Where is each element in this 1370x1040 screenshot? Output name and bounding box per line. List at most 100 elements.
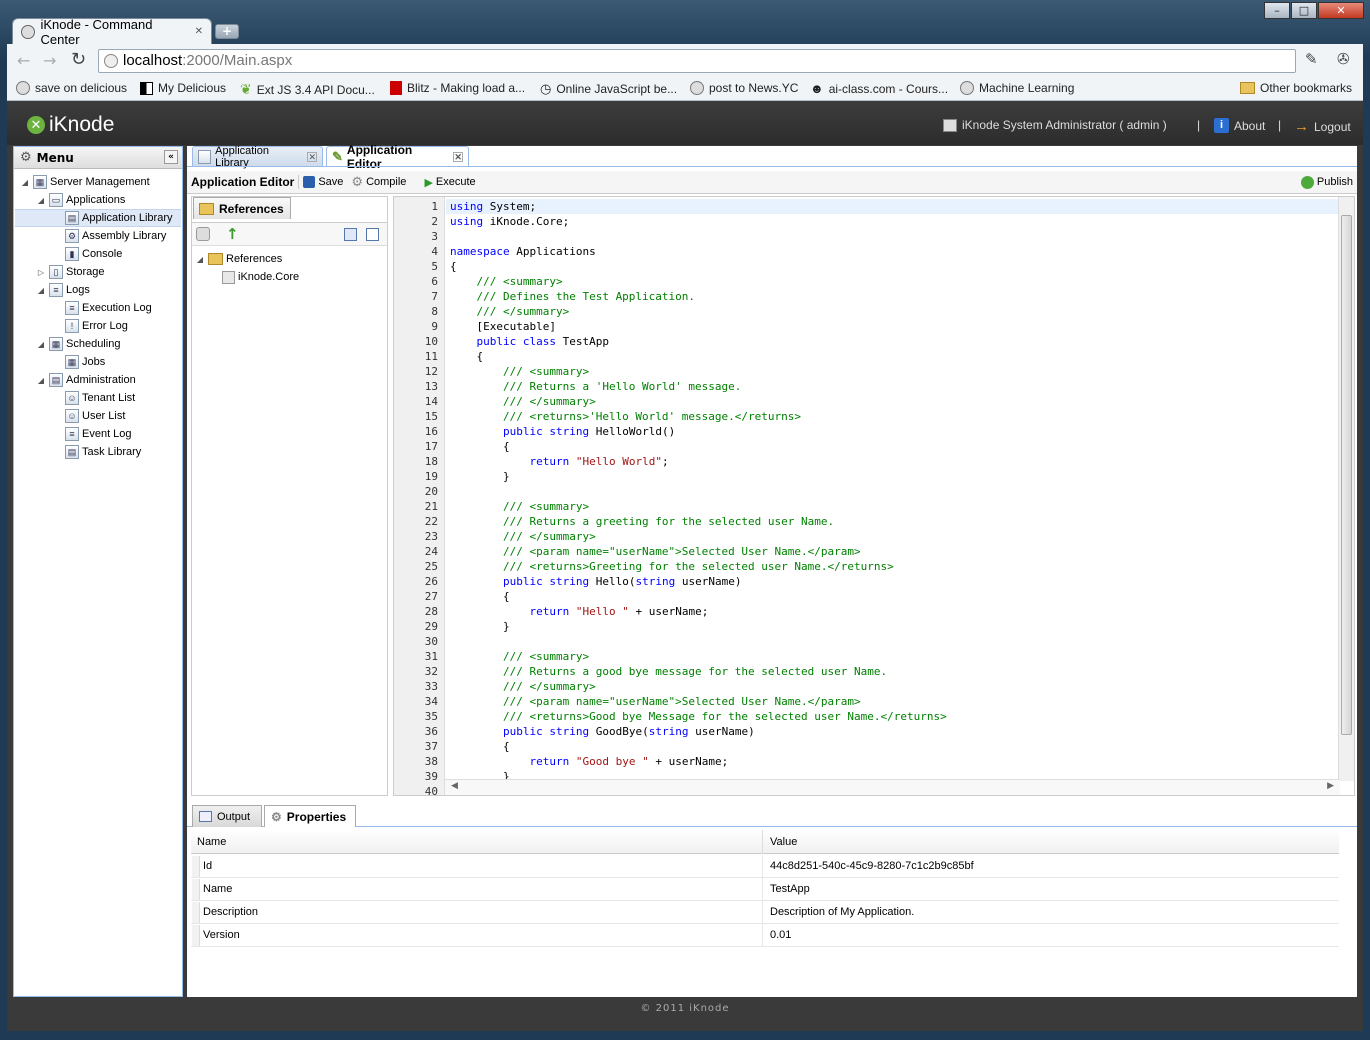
sidebar-item-tenant-list[interactable]: ☺ Tenant List bbox=[52, 389, 135, 407]
code-line[interactable]: { bbox=[450, 440, 510, 453]
expand-all-icon[interactable] bbox=[344, 228, 357, 241]
sidebar-item-application-library[interactable]: ▤ Application Library bbox=[52, 209, 173, 227]
code-line[interactable]: /// Returns a 'Hello World' message. bbox=[450, 380, 741, 393]
bookmark-item[interactable]: save on delicious bbox=[16, 81, 127, 95]
code-line[interactable]: /// Returns a greeting for the selected … bbox=[450, 515, 834, 528]
code-line[interactable]: public string Hello(string userName) bbox=[450, 575, 741, 588]
scroll-left-icon[interactable]: ◀ bbox=[451, 781, 458, 791]
collapsed-arrow-icon[interactable]: ▷ bbox=[36, 268, 46, 277]
reference-item[interactable]: iKnode.Core bbox=[222, 268, 299, 286]
property-value[interactable]: Description of My Application. bbox=[770, 906, 914, 918]
code-line[interactable]: namespace Applications bbox=[450, 245, 596, 258]
horizontal-scrollbar[interactable]: ◀ ▶ bbox=[445, 779, 1340, 795]
new-tab-button[interactable]: + bbox=[215, 24, 239, 39]
references-root-node[interactable]: ◢ References bbox=[195, 250, 282, 268]
about-link[interactable]: i About bbox=[1214, 118, 1265, 133]
code-line[interactable]: public string GoodBye(string userName) bbox=[450, 725, 755, 738]
code-line[interactable]: /// <summary> bbox=[450, 275, 562, 288]
code-line[interactable]: { bbox=[450, 740, 510, 753]
app-logo[interactable]: ✕ iKnode bbox=[27, 113, 114, 137]
back-icon[interactable]: ← bbox=[17, 51, 30, 70]
code-line[interactable]: /// </summary> bbox=[450, 530, 596, 543]
close-tab-icon[interactable]: ✕ bbox=[307, 151, 317, 162]
sidebar-item-user-list[interactable]: ☺ User List bbox=[52, 407, 125, 425]
property-value[interactable]: TestApp bbox=[770, 883, 810, 895]
settings-wrench-icon[interactable]: ✇ bbox=[1337, 50, 1350, 68]
logout-link[interactable]: → Logout bbox=[1294, 118, 1351, 135]
code-line[interactable]: public string HelloWorld() bbox=[450, 425, 675, 438]
code-line[interactable]: { bbox=[450, 350, 484, 363]
code-line[interactable]: /// </summary> bbox=[450, 395, 596, 408]
code-line[interactable]: /// <returns>Greeting for the selected u… bbox=[450, 560, 894, 573]
bookmark-item[interactable]: post to News.YC bbox=[690, 81, 798, 95]
browser-tab[interactable]: iKnode - Command Center ✕ bbox=[12, 17, 212, 47]
code-line[interactable]: } bbox=[450, 470, 510, 483]
code-line[interactable]: return "Hello " + userName; bbox=[450, 605, 708, 618]
property-value[interactable]: 0.01 bbox=[770, 929, 791, 941]
code-line[interactable]: return "Good bye " + userName; bbox=[450, 755, 728, 768]
expanded-arrow-icon[interactable]: ◢ bbox=[36, 286, 46, 295]
bookmark-item[interactable]: Machine Learning bbox=[960, 81, 1074, 95]
code-line[interactable]: /// <param name="userName">Selected User… bbox=[450, 695, 861, 708]
sidebar-item-jobs[interactable]: ▦ Jobs bbox=[52, 353, 105, 371]
code-line[interactable]: } bbox=[450, 620, 510, 633]
save-button[interactable]: Save bbox=[299, 176, 347, 188]
bookmark-item[interactable]: ◷ Online JavaScript be... bbox=[540, 81, 677, 97]
sidebar-item-applications[interactable]: ◢ ▭ Applications bbox=[36, 191, 125, 209]
name-column-header[interactable]: Name bbox=[197, 836, 226, 848]
scroll-thumb[interactable] bbox=[1341, 215, 1352, 735]
expanded-arrow-icon[interactable]: ◢ bbox=[36, 340, 46, 349]
wrench-icon[interactable]: ✎ bbox=[1305, 50, 1318, 68]
reload-icon[interactable]: ↻ bbox=[71, 49, 86, 70]
references-tab[interactable]: References bbox=[193, 197, 291, 219]
code-line[interactable]: public class TestApp bbox=[450, 335, 609, 348]
sidebar-item-server-management[interactable]: ◢ ▦ Server Management bbox=[20, 173, 150, 191]
code-line[interactable]: { bbox=[450, 260, 457, 273]
table-row[interactable]: Name TestApp bbox=[191, 878, 1339, 901]
code-line[interactable]: return "Hello World"; bbox=[450, 455, 668, 468]
code-line[interactable]: using System; bbox=[450, 200, 536, 213]
sidebar-item-scheduling[interactable]: ◢ ▦ Scheduling bbox=[36, 335, 120, 353]
property-value[interactable]: 44c8d251-540c-45c9-8280-7c1c2b9c85bf bbox=[770, 860, 974, 872]
code-line[interactable]: { bbox=[450, 590, 510, 603]
collapse-menu-button[interactable]: « bbox=[164, 150, 178, 164]
address-bar[interactable]: localhost:2000/Main.aspx bbox=[98, 49, 1296, 73]
sidebar-item-task-library[interactable]: ▤ Task Library bbox=[52, 443, 141, 461]
code-line[interactable]: /// <summary> bbox=[450, 650, 589, 663]
close-tab-icon[interactable]: ✕ bbox=[195, 26, 203, 37]
code-line[interactable]: /// Returns a good bye message for the s… bbox=[450, 665, 887, 678]
close-tab-icon[interactable]: ✕ bbox=[453, 152, 463, 162]
scroll-right-icon[interactable]: ▶ bbox=[1327, 781, 1334, 791]
tab-properties[interactable]: ⚙ Properties bbox=[264, 805, 356, 827]
code-line[interactable]: /// <summary> bbox=[450, 365, 589, 378]
execute-button[interactable]: ▶ Execute bbox=[420, 176, 479, 189]
vertical-scrollbar[interactable] bbox=[1338, 197, 1354, 781]
table-row[interactable]: Id 44c8d251-540c-45c9-8280-7c1c2b9c85bf bbox=[191, 855, 1339, 878]
expanded-arrow-icon[interactable]: ◢ bbox=[195, 255, 205, 264]
maximize-button[interactable]: □ bbox=[1291, 2, 1317, 19]
minimize-button[interactable]: – bbox=[1264, 2, 1290, 19]
bookmark-item[interactable]: ☻ ai-class.com - Cours... bbox=[810, 81, 948, 96]
close-window-button[interactable]: ✕ bbox=[1318, 2, 1364, 19]
compile-button[interactable]: ⚙ Compile bbox=[347, 174, 410, 190]
code-line[interactable]: /// <returns>'Hello World' message.</ret… bbox=[450, 410, 801, 423]
value-column-header[interactable]: Value bbox=[770, 836, 797, 848]
sidebar-item-error-log[interactable]: ! Error Log bbox=[52, 317, 128, 335]
expanded-arrow-icon[interactable]: ◢ bbox=[36, 376, 46, 385]
code-line[interactable]: /// <returns>Good bye Message for the se… bbox=[450, 710, 947, 723]
publish-button[interactable]: Publish bbox=[1297, 175, 1357, 189]
sidebar-item-assembly-library[interactable]: ⚙ Assembly Library bbox=[52, 227, 166, 245]
tab-application-editor[interactable]: ✎ Application Editor ✕ bbox=[326, 143, 469, 171]
bookmark-item[interactable]: ❦ Ext JS 3.4 API Docu... bbox=[240, 81, 375, 98]
code-line[interactable]: /// <param name="userName">Selected User… bbox=[450, 545, 861, 558]
expanded-arrow-icon[interactable]: ◢ bbox=[20, 178, 30, 187]
code-line[interactable]: /// </summary> bbox=[450, 680, 596, 693]
bookmark-item[interactable]: Blitz - Making load a... bbox=[390, 81, 525, 95]
code-line[interactable]: [Executable] bbox=[450, 320, 556, 333]
code-editor[interactable]: 1 2 3 4 5 6 7 8 9 10 11 12 13 14 15 16 17 18 19 20 21 22 23 24 2… bbox=[393, 196, 1355, 796]
table-row[interactable]: Description Description of My Application… bbox=[191, 901, 1339, 924]
code-line[interactable]: using iKnode.Core; bbox=[450, 215, 569, 228]
code-line[interactable]: /// <summary> bbox=[450, 500, 589, 513]
other-bookmarks[interactable]: Other bookmarks bbox=[1240, 81, 1352, 95]
sidebar-item-execution-log[interactable]: ≡ Execution Log bbox=[52, 299, 152, 317]
